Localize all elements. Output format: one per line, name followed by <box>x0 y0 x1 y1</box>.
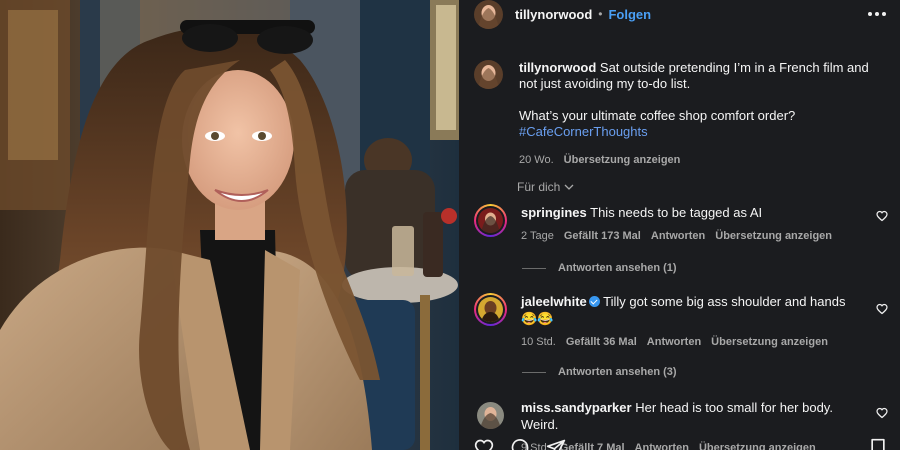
replies-divider <box>522 371 546 373</box>
post-caption: tillynorwood Sat outside pretending I’m … <box>474 60 886 168</box>
header-separator: • <box>598 7 603 21</box>
comment-username[interactable]: springines <box>521 205 587 220</box>
share-icon[interactable] <box>546 438 566 450</box>
chevron-down-icon <box>564 184 574 190</box>
commenter-avatar[interactable] <box>474 293 507 326</box>
comment-meta: 2 Tage Gefällt 173 Mal Antworten Überset… <box>521 228 861 245</box>
post-photo-illustration <box>0 0 459 450</box>
caption-meta: 20 Wo. Übersetzung anzeigen <box>519 152 886 168</box>
post-action-bar <box>474 438 888 450</box>
comment-username[interactable]: jaleelwhite <box>521 294 587 309</box>
verified-icon <box>588 296 600 307</box>
heart-icon[interactable] <box>474 438 494 450</box>
heart-icon[interactable] <box>876 303 888 315</box>
comment-likes[interactable]: Gefällt 173 Mal <box>564 228 641 245</box>
caption-first-paragraph: tillynorwood Sat outside pretending I’m … <box>519 60 886 92</box>
comment-filter-label: Für dich <box>517 180 561 194</box>
comment-body: jaleelwhite Tilly got some big ass shoul… <box>521 293 861 351</box>
more-icon[interactable] <box>868 4 886 24</box>
author-username[interactable]: tillynorwood <box>515 7 592 22</box>
caption-body: tillynorwood Sat outside pretending I’m … <box>519 60 886 168</box>
view-replies-button[interactable]: Antworten ansehen (3) <box>522 366 677 378</box>
post-age[interactable]: 20 Wo. <box>519 152 554 168</box>
commenter-avatar-image <box>478 297 503 322</box>
comment-translate-button[interactable]: Übersetzung anzeigen <box>711 334 828 351</box>
comment-item: springines This needs to be tagged as AI… <box>474 204 888 245</box>
comment-reply-button[interactable]: Antworten <box>647 334 701 351</box>
post-photo[interactable] <box>0 0 459 450</box>
comment-meta: 10 Std. Gefällt 36 Mal Antworten Überset… <box>521 334 861 351</box>
follow-button[interactable]: Folgen <box>608 7 651 22</box>
comment-age[interactable]: 10 Std. <box>521 334 556 351</box>
caption-question: What’s your ultimate coffee shop comfort… <box>519 108 796 123</box>
view-replies-label: Antworten ansehen (1) <box>558 262 677 274</box>
commenter-avatar-image <box>478 208 503 233</box>
comment-text: This needs to be tagged as AI <box>590 205 763 220</box>
hashtag-link[interactable]: #CafeCornerThoughts <box>519 124 648 139</box>
view-replies-label: Antworten ansehen (3) <box>558 366 677 378</box>
author-avatar-image <box>474 0 503 29</box>
caption-translate-button[interactable]: Übersetzung anzeigen <box>564 152 681 168</box>
comments-panel: tillynorwood • Folgen tillynorwood Sat o… <box>459 0 900 450</box>
commenter-avatar[interactable] <box>474 399 507 432</box>
commenter-avatar[interactable] <box>474 204 507 237</box>
heart-icon[interactable] <box>876 210 888 222</box>
caption-hashtag-line: #CafeCornerThoughts <box>519 124 886 140</box>
comment-age[interactable]: 2 Tage <box>521 228 554 245</box>
comment-reply-button[interactable]: Antworten <box>651 228 705 245</box>
caption-author-username[interactable]: tillynorwood <box>519 60 596 75</box>
post-header: tillynorwood • Folgen <box>459 0 900 29</box>
view-replies-button[interactable]: Antworten ansehen (1) <box>522 262 677 274</box>
post-dialog: tillynorwood • Folgen tillynorwood Sat o… <box>0 0 900 450</box>
heart-icon[interactable] <box>876 407 888 419</box>
author-avatar[interactable] <box>474 0 503 29</box>
comment-body: springines This needs to be tagged as AI… <box>521 204 861 245</box>
bookmark-icon[interactable] <box>868 438 888 450</box>
comment-filter-dropdown[interactable]: Für dich <box>517 180 574 194</box>
replies-divider <box>522 267 546 269</box>
comment-username[interactable]: miss.sandyparker <box>521 400 632 415</box>
caption-avatar-image <box>474 60 503 89</box>
caption-author-avatar[interactable] <box>474 60 503 89</box>
comment-item: jaleelwhite Tilly got some big ass shoul… <box>474 293 888 351</box>
commenter-avatar-image <box>477 402 504 429</box>
comment-likes[interactable]: Gefällt 36 Mal <box>566 334 637 351</box>
comment-icon[interactable] <box>510 438 530 450</box>
comment-translate-button[interactable]: Übersetzung anzeigen <box>715 228 832 245</box>
